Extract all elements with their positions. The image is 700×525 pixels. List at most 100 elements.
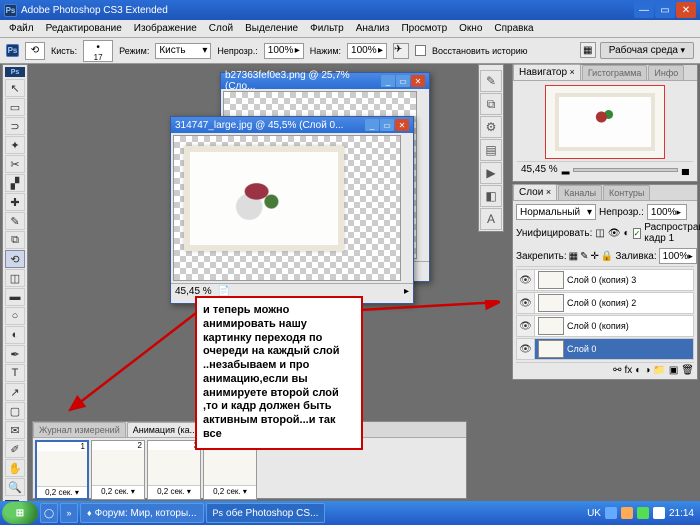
layer-thumbnail[interactable]	[538, 340, 564, 358]
unify-visibility-icon[interactable]: 👁	[608, 228, 621, 239]
new-layer-icon[interactable]: ▣	[669, 365, 678, 376]
ql-icon-1[interactable]: ◯	[40, 503, 58, 523]
crop-tool[interactable]: ✂	[5, 155, 25, 173]
menu-analysis[interactable]: Анализ	[351, 21, 395, 36]
layer-row[interactable]: 👁Слой 0 (копия)	[516, 315, 694, 337]
maximize-button[interactable]: ▭	[655, 2, 675, 18]
visibility-icon[interactable]: 👁	[517, 293, 535, 313]
ql-icon-2[interactable]: »	[60, 503, 78, 523]
gradient-tool[interactable]: ▬	[5, 288, 25, 306]
eraser-tool[interactable]: ◫	[5, 269, 25, 287]
animation-frame[interactable]: 30,2 сек. ▾	[147, 440, 201, 500]
propagate-checkbox[interactable]: ✓	[633, 228, 642, 239]
layer-group-icon[interactable]: 📁	[653, 365, 665, 376]
path-tool[interactable]: ↗	[5, 383, 25, 401]
visibility-icon[interactable]: 👁	[517, 316, 535, 336]
restore-checkbox[interactable]	[415, 45, 426, 56]
tray-icon-3[interactable]	[637, 507, 649, 519]
doc2-max[interactable]: ▭	[380, 119, 394, 131]
shape-tool[interactable]: ▢	[5, 402, 25, 420]
lock-all-icon[interactable]: 🔒	[601, 251, 613, 262]
brush-preset[interactable]: • 17	[83, 40, 113, 62]
tab-animation[interactable]: Анимация (ка...	[127, 422, 203, 437]
type-tool[interactable]: T	[5, 364, 25, 382]
history-brush-tool[interactable]: ⟲	[5, 250, 25, 268]
toolbox-header[interactable]: Ps	[5, 67, 25, 77]
doc1-titlebar[interactable]: b27363fef0e3.png @ 25,7% (Сло... _▭✕	[221, 73, 429, 89]
layer-comps-icon[interactable]: ▤	[480, 139, 502, 161]
zoom-tool[interactable]: 🔍	[5, 478, 25, 496]
go-bridge-icon[interactable]: ▦	[580, 42, 596, 58]
eyedropper-tool[interactable]: ✐	[5, 440, 25, 458]
layer-thumbnail[interactable]	[538, 317, 564, 335]
move-tool[interactable]: ↖	[5, 79, 25, 97]
menu-view[interactable]: Просмотр	[396, 21, 452, 36]
history-brush-icon[interactable]: ⟲	[25, 42, 45, 60]
layer-thumbnail[interactable]	[538, 271, 564, 289]
layer-row[interactable]: 👁Слой 0 (копия) 2	[516, 292, 694, 314]
lasso-tool[interactable]: ⊃	[5, 117, 25, 135]
menu-image[interactable]: Изображение	[129, 21, 202, 36]
pen-tool[interactable]: ✒	[5, 345, 25, 363]
tab-measurements[interactable]: Журнал измерений	[33, 422, 126, 437]
delete-layer-icon[interactable]: 🗑	[681, 365, 694, 376]
lang-indicator[interactable]: UK	[587, 508, 601, 519]
tool-presets-icon[interactable]: ⚙	[480, 116, 502, 138]
frame-delay[interactable]: 0,2 сек. ▾	[204, 486, 256, 497]
clock[interactable]: 21:14	[669, 508, 694, 519]
menu-help[interactable]: Справка	[489, 21, 538, 36]
adjustment-layer-icon[interactable]: ◑	[644, 365, 650, 376]
dodge-tool[interactable]: ◐	[5, 326, 25, 344]
clone-palette-icon[interactable]: ⧉	[480, 93, 502, 115]
wand-tool[interactable]: ✦	[5, 136, 25, 154]
task-button-2[interactable]: Ps обе Photoshop CS...	[206, 503, 326, 523]
layer-thumbnail[interactable]	[538, 294, 564, 312]
frame-delay[interactable]: 0,2 сек. ▾	[148, 486, 200, 497]
tab-info[interactable]: Инфо	[648, 65, 684, 80]
close-button[interactable]: ✕	[676, 2, 696, 18]
tray-icon-4[interactable]	[653, 507, 665, 519]
navigator-zoom[interactable]: 45,45 %	[521, 164, 558, 175]
animation-frame[interactable]: 10,2 сек. ▾	[35, 440, 89, 500]
frame-delay[interactable]: 0,2 сек. ▾	[92, 486, 144, 497]
blend-mode-select[interactable]: Нормальный▾	[516, 204, 596, 220]
doc1-min[interactable]: _	[381, 75, 395, 87]
visibility-icon[interactable]: 👁	[517, 270, 535, 290]
tab-navigator[interactable]: Навигатор ×	[513, 64, 581, 80]
document-window-2[interactable]: 314747_large.jpg @ 45,5% (Слой 0... _▭✕ …	[170, 116, 414, 304]
menu-window[interactable]: Окно	[454, 21, 487, 36]
workspace-button[interactable]: Рабочая среда ▾	[600, 42, 694, 59]
zoom-slider[interactable]	[573, 168, 678, 172]
airbrush-icon[interactable]: ✈	[393, 43, 409, 59]
opacity-input[interactable]: 100%▸	[264, 43, 304, 59]
tab-layers[interactable]: Слои ×	[513, 184, 557, 200]
menu-layer[interactable]: Слой	[204, 21, 238, 36]
menu-file[interactable]: Файл	[4, 21, 39, 36]
zoom-in-icon[interactable]: ▄	[682, 164, 689, 175]
lock-pixels-icon[interactable]: ✎	[580, 251, 588, 262]
tray-icon-1[interactable]	[605, 507, 617, 519]
tab-paths[interactable]: Контуры	[603, 185, 650, 200]
visibility-icon[interactable]: 👁	[517, 339, 535, 359]
slice-tool[interactable]: ▞	[5, 174, 25, 192]
animation-frame[interactable]: 20,2 сек. ▾	[91, 440, 145, 500]
stamp-tool[interactable]: ⧉	[5, 231, 25, 249]
layer-row[interactable]: 👁Слой 0	[516, 338, 694, 360]
lock-position-icon[interactable]: ✛	[591, 251, 599, 262]
doc2-canvas[interactable]	[173, 135, 401, 281]
blur-tool[interactable]: ○	[5, 307, 25, 325]
layer-mask-icon[interactable]: ◐	[635, 365, 641, 376]
ps-home-icon[interactable]: Ps	[6, 44, 19, 57]
zoom-out-icon[interactable]: ▂	[562, 164, 570, 175]
doc1-max[interactable]: ▭	[396, 75, 410, 87]
frame-delay[interactable]: 0,2 сек. ▾	[37, 487, 87, 498]
heal-tool[interactable]: ✚	[5, 193, 25, 211]
tab-channels[interactable]: Каналы	[558, 185, 602, 200]
actions-icon[interactable]: ▶	[480, 162, 502, 184]
layer-row[interactable]: 👁Слой 0 (копия) 3	[516, 269, 694, 291]
link-layers-icon[interactable]: ⚯	[613, 365, 621, 376]
marquee-tool[interactable]: ▭	[5, 98, 25, 116]
lock-transparency-icon[interactable]: ▦	[569, 251, 578, 262]
doc2-close[interactable]: ✕	[395, 119, 409, 131]
doc2-min[interactable]: _	[365, 119, 379, 131]
